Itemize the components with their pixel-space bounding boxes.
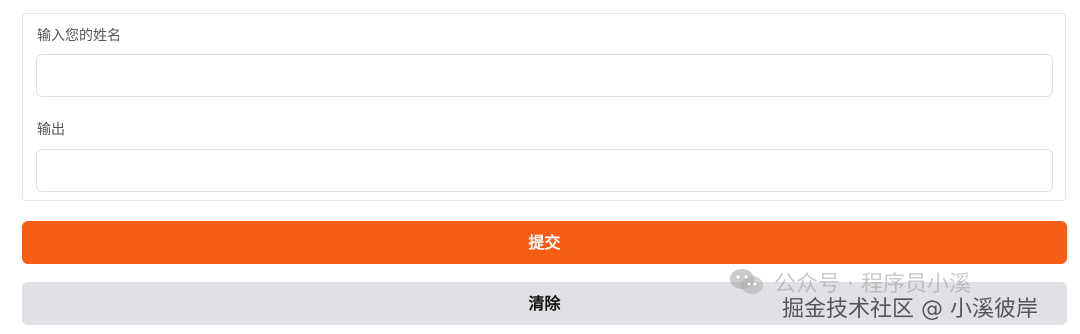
name-label: 输入您的姓名 <box>37 28 121 44</box>
app-root: 输入您的姓名 输出 提交 清除 公众号 · 程序员小溪 掘金技术社区 @ 小溪彼… <box>0 0 1080 334</box>
output-field[interactable] <box>36 149 1053 192</box>
output-label: 输出 <box>37 122 65 138</box>
form-card: 输入您的姓名 输出 <box>22 13 1066 201</box>
clear-button[interactable]: 清除 <box>22 282 1067 325</box>
submit-button[interactable]: 提交 <box>22 221 1067 264</box>
name-input[interactable] <box>36 54 1053 97</box>
